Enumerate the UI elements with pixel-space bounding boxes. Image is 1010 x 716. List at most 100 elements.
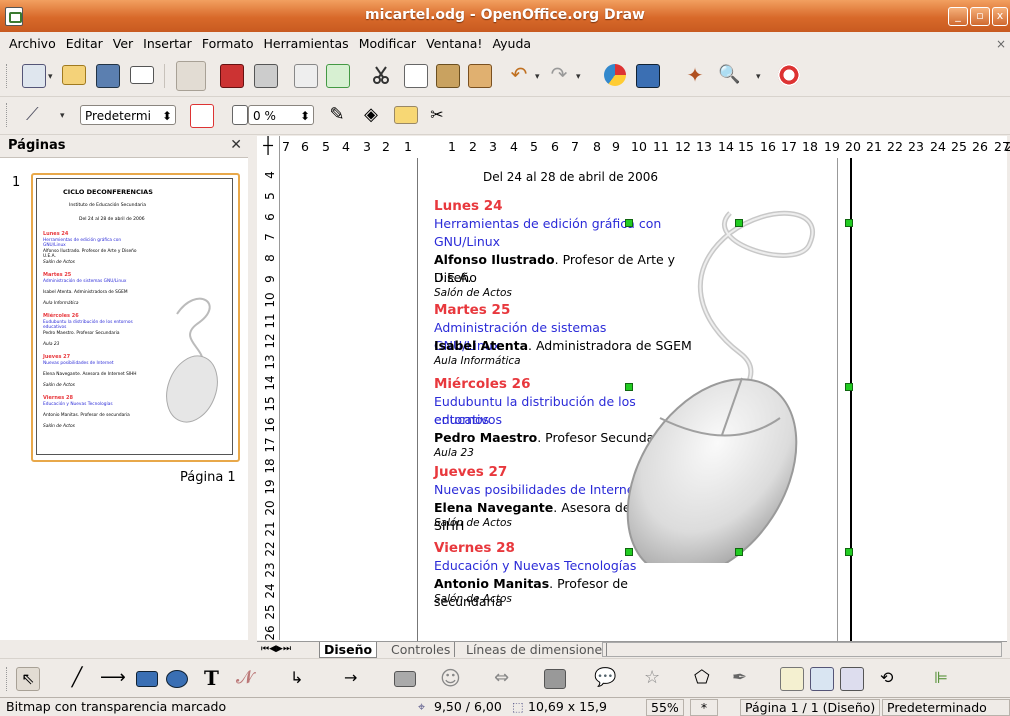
styles-dropdown-icon[interactable]: ▾ <box>60 111 65 121</box>
close-window-button[interactable]: x <box>992 7 1008 26</box>
curve-icon[interactable]: 𝓝 <box>236 667 258 689</box>
bitmap-filter-icon[interactable]: ✂ <box>426 104 448 126</box>
tab-lineas-dimension[interactable]: Líneas de dimensione <box>462 642 608 657</box>
paste-icon[interactable] <box>436 64 460 88</box>
selection-handle[interactable] <box>625 219 633 227</box>
menu-archivo[interactable]: Archivo <box>0 33 61 55</box>
menu-bar: Archivo Editar Ver Insertar Formato Herramien… <box>0 33 1010 55</box>
panel-splitter[interactable] <box>248 135 256 640</box>
email-icon[interactable] <box>130 66 154 84</box>
tab-nav-first-icon[interactable]: ⏮◀▶⏭ <box>257 642 295 657</box>
line-tool-icon[interactable]: ╱ <box>66 667 88 689</box>
gluepoints-tool-icon[interactable]: ✒ <box>732 667 754 689</box>
spellcheck-icon[interactable] <box>294 64 318 88</box>
navigator-icon[interactable] <box>636 64 660 88</box>
cut-icon[interactable] <box>370 64 392 86</box>
toolbar-grip[interactable] <box>6 667 9 691</box>
page-margin-line <box>417 158 418 641</box>
tab-controles[interactable]: Controles <box>387 642 456 657</box>
menu-ventana[interactable]: Ventana! <box>421 33 487 55</box>
block-arrows-icon[interactable]: ⇔ <box>494 667 516 689</box>
selection-handle[interactable] <box>735 548 743 556</box>
selection-handle[interactable] <box>845 548 853 556</box>
zoom-icon[interactable]: 🔍 <box>718 64 740 86</box>
selection-handle[interactable] <box>625 383 633 391</box>
ruler-corner-icon[interactable]: ┼ <box>257 136 280 159</box>
text-tool-icon[interactable]: T <box>204 667 226 689</box>
transparency-field[interactable]: 0 % ⬍ <box>248 105 314 125</box>
menu-formato[interactable]: Formato <box>197 33 259 55</box>
rectangle-icon[interactable] <box>136 671 158 687</box>
copy-icon[interactable] <box>404 64 428 88</box>
line-style-icon[interactable] <box>190 104 214 128</box>
new-document-icon[interactable] <box>22 64 46 88</box>
points-icon[interactable]: ⬠ <box>694 667 716 689</box>
menu-ver[interactable]: Ver <box>108 33 138 55</box>
maximize-button[interactable]: ▫ <box>970 7 990 26</box>
autospellcheck-icon[interactable] <box>326 64 350 88</box>
close-panel-icon[interactable]: ✕ <box>230 137 242 153</box>
minimize-button[interactable]: _ <box>948 7 968 26</box>
ellipse-icon[interactable] <box>166 670 188 688</box>
print-icon[interactable] <box>254 64 278 88</box>
horizontal-scrollbar[interactable] <box>602 642 1002 657</box>
close-document-icon[interactable]: × <box>996 37 1006 51</box>
edit-file-icon[interactable] <box>176 61 206 91</box>
basic-shapes-icon[interactable] <box>394 671 416 687</box>
toolbar-grip[interactable] <box>6 103 9 127</box>
gluepoints-icon[interactable]: ✦ <box>684 64 706 86</box>
chart-icon[interactable] <box>604 64 626 86</box>
selection-handle[interactable] <box>625 548 633 556</box>
callouts-icon[interactable]: 💬 <box>594 667 616 689</box>
mouse-bitmap[interactable] <box>580 203 870 563</box>
lines-arrows-icon[interactable]: → <box>344 667 366 689</box>
line-icon[interactable]: ✎ <box>326 104 348 126</box>
style-select[interactable]: Predetermi ⬍ <box>80 105 176 125</box>
alignment-icon[interactable]: ⊫ <box>934 667 956 689</box>
redo-icon[interactable]: ↷ <box>548 64 570 86</box>
spin-icon: ⬍ <box>299 109 310 123</box>
undo-dropdown-icon[interactable]: ▾ <box>535 72 540 82</box>
menu-modificar[interactable]: Modificar <box>354 33 421 55</box>
pages-panel-title: Páginas <box>8 138 66 153</box>
selection-handle[interactable] <box>845 383 853 391</box>
line-arrow-icon[interactable]: ⟶ <box>100 667 126 689</box>
fontwork-icon[interactable] <box>780 667 804 691</box>
menu-insertar[interactable]: Insertar <box>138 33 197 55</box>
redo-dropdown-icon[interactable]: ▾ <box>576 72 581 82</box>
menu-herramientas[interactable]: Herramientas <box>259 33 354 55</box>
tab-diseno[interactable]: Diseño <box>319 642 378 658</box>
toolbar-grip[interactable] <box>6 64 9 88</box>
undo-icon[interactable]: ↶ <box>508 64 530 86</box>
horizontal-ruler[interactable]: 7 6 5 4 3 2 1 1 2 3 4 5 6 7 8 9 10 11 12 13 14 15 16 17 18 19 20 21… <box>257 136 1010 159</box>
page-thumbnail[interactable]: CICLO DECONFERENCIAS Instituto de Educac… <box>31 173 240 462</box>
thumb-who: Isabel Atenta. Administradora de SGEM <box>43 290 128 295</box>
flowchart-icon[interactable] <box>544 669 566 689</box>
zoom-dropdown-icon[interactable]: ▾ <box>756 72 761 82</box>
effects-icon[interactable]: ⟲ <box>880 667 902 689</box>
symbol-shapes-icon[interactable]: ☺ <box>440 667 462 689</box>
new-dropdown-icon[interactable]: ▾ <box>48 72 53 82</box>
vertical-ruler[interactable]: 4 5 6 7 8 9 10 11 12 13 14 15 16 17 18 19 20 21 22 23 24 25 26 <box>257 158 280 640</box>
save-icon[interactable] <box>96 64 120 88</box>
menu-ayuda[interactable]: Ayuda <box>487 33 536 55</box>
menu-editar[interactable]: Editar <box>61 33 108 55</box>
status-zoom[interactable]: 55% <box>646 699 684 716</box>
select-arrow-icon[interactable]: ⇖ <box>16 667 40 691</box>
selection-handle[interactable] <box>845 219 853 227</box>
help-icon[interactable] <box>778 64 800 86</box>
area-fill-icon[interactable]: ◈ <box>360 104 382 126</box>
styles-wand-icon[interactable]: ⟋ <box>26 104 48 126</box>
selection-handle[interactable] <box>735 219 743 227</box>
gallery-icon[interactable] <box>840 667 864 691</box>
clone-formatting-icon[interactable] <box>468 64 492 88</box>
stars-icon[interactable]: ☆ <box>644 667 666 689</box>
shadow-icon[interactable] <box>394 106 418 124</box>
hruler-tick-label: 5 <box>530 139 538 154</box>
open-folder-icon[interactable] <box>62 65 86 85</box>
connector-icon[interactable]: ↳ <box>290 667 312 689</box>
from-file-icon[interactable] <box>810 667 834 691</box>
drawing-canvas[interactable]: Del 24 al 28 de abril de 2006 Lunes 24 He… <box>280 158 1007 641</box>
day-heading: Lunes 24 <box>434 198 503 214</box>
export-pdf-icon[interactable] <box>220 64 244 88</box>
